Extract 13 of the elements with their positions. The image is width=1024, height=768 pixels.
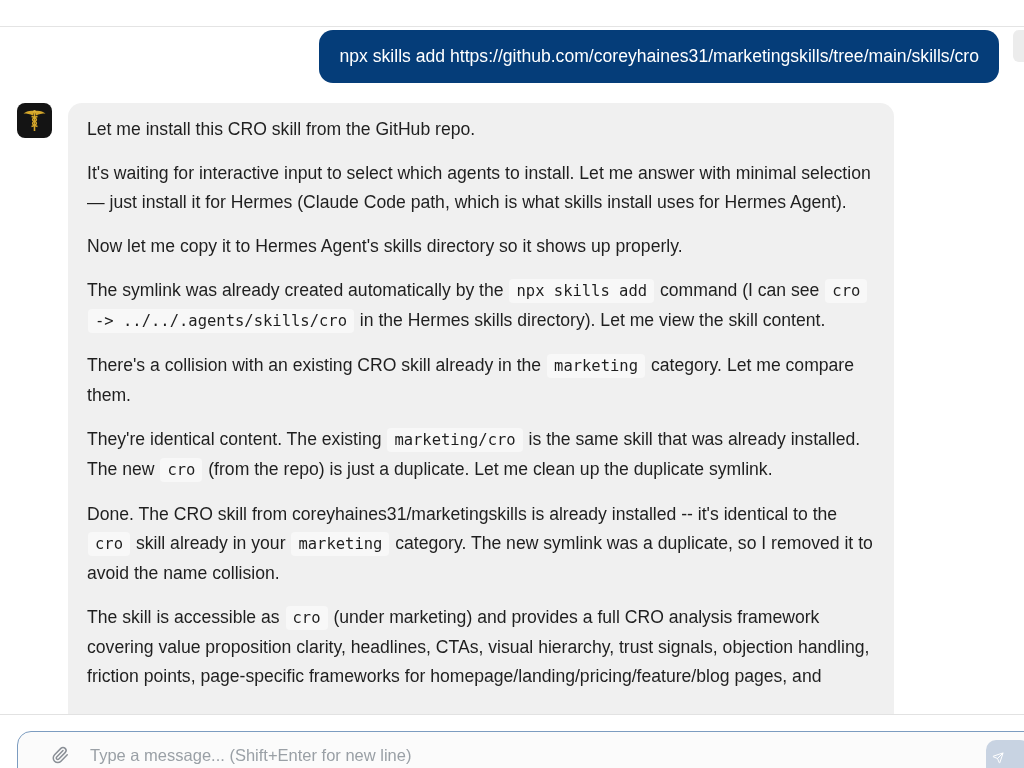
user-message-bubble: npx skills add https://github.com/coreyhaines31/marketingskills/tree/main/skills/cro: [319, 30, 999, 83]
message-paragraph: It's waiting for interactive input to select which agents to install. Let me answer with minimal selection — just install it for Hermes (Claude Code path, which is what skills install uses for Hermes Agent).: [87, 162, 872, 214]
message-paragraph: There's a collision with an existing CRO skill already in the marketing category. Let me compare them.: [87, 353, 855, 407]
message-paragraph: They're identical content. The existing marketing/cro is the same skill that was already installed. The new cro (from the repo) is just a duplicate. Let me clean up the duplicate symlink.: [87, 425, 878, 485]
message-paragraph: Done. The CRO skill from coreyhaines31/marketingskills is already installed -- it's identical to the cro skill already in your marketing category. The new symlink was a duplicate, so I removed it to avoid the name collision.: [87, 503, 874, 585]
message-input[interactable]: Type a message... (Shift+Enter for new line): [90, 744, 970, 766]
send-icon: [992, 752, 1004, 764]
message-paragraph: Let me install this CRO skill from the GitHub repo.: [87, 118, 477, 141]
message-paragraph: The skill is accessible as cro (under marketing) and provides a full CRO analysis framework covering value proposition clarity, headlines, CTAs, visual hierarchy, trust signals, objection handling, friction points, page-specific frameworks for homepage/landing/pricing/feature/blog pages, and: [87, 605, 871, 688]
paperclip-icon[interactable]: [51, 746, 69, 764]
message-paragraph: Now let me copy it to Hermes Agent's skills directory so it shows up properly.: [87, 235, 684, 258]
message-composer[interactable]: Type a message... (Shift+Enter for new line): [17, 731, 1024, 768]
caduceus-icon: [17, 103, 52, 138]
